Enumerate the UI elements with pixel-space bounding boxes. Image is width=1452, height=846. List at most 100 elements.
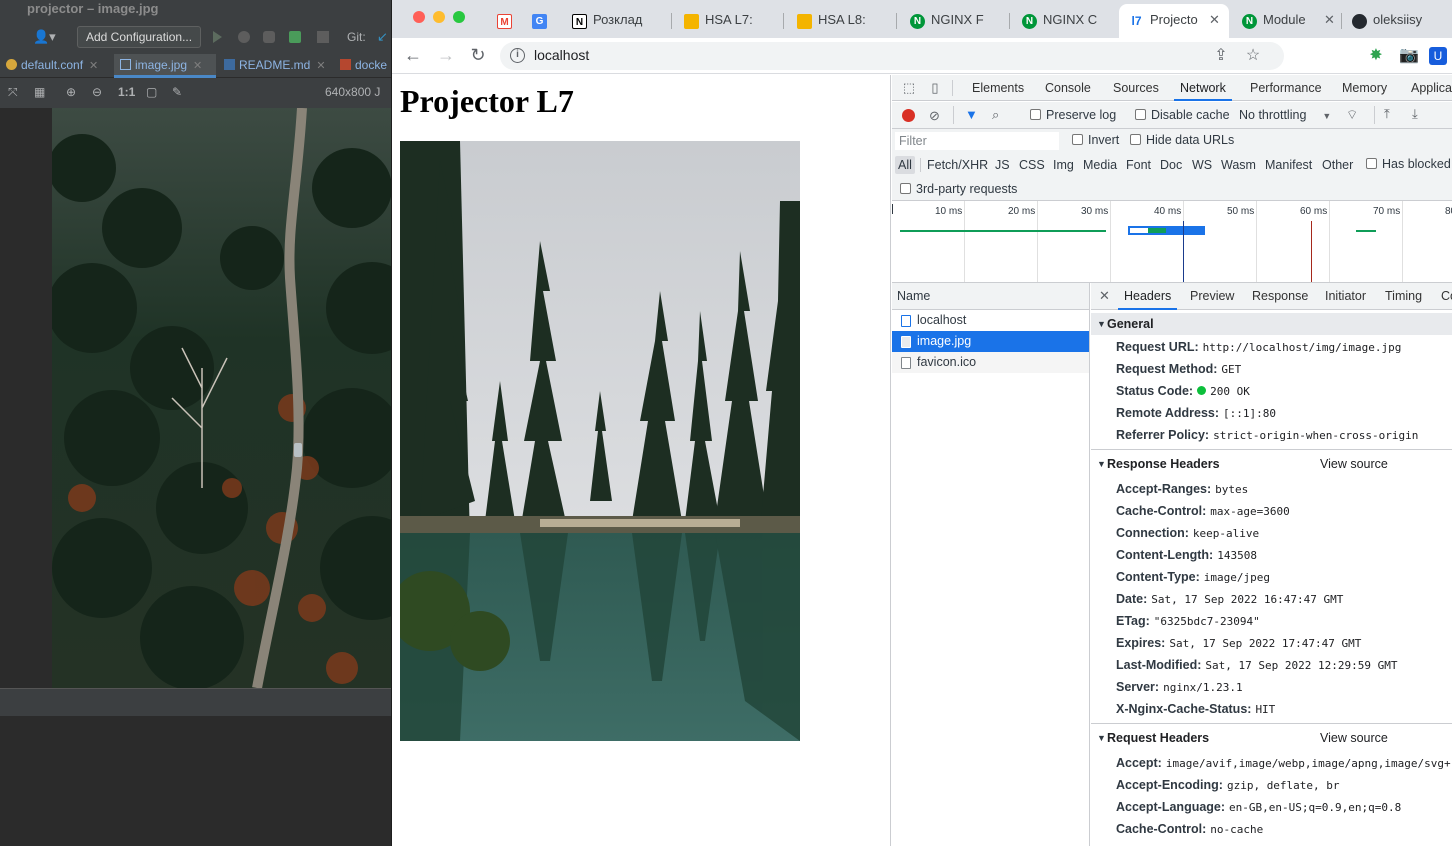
- filter-input[interactable]: Filter: [895, 132, 1059, 150]
- tab-notion[interactable]: N Розклад: [562, 4, 672, 38]
- run-icon[interactable]: [213, 31, 222, 43]
- inspect-element-icon[interactable]: ⬚: [902, 81, 916, 95]
- type-manifest[interactable]: Manifest: [1262, 156, 1315, 174]
- tab-nginx-c[interactable]: N NGINX C: [1012, 4, 1117, 38]
- has-blocked-cookies-checkbox[interactable]: Has blocked: [1366, 157, 1451, 171]
- minimize-window-button[interactable]: [433, 11, 445, 23]
- type-img[interactable]: Img: [1050, 156, 1077, 174]
- request-row-image[interactable]: image.jpg: [892, 331, 1089, 352]
- filter-icon[interactable]: ▼: [965, 107, 978, 122]
- export-har-icon[interactable]: ⤓: [1412, 106, 1418, 122]
- name-column-header[interactable]: Name: [892, 283, 1089, 310]
- git-update-icon[interactable]: ↙: [377, 29, 388, 45]
- zoom-in-icon[interactable]: ⊕: [66, 85, 76, 99]
- back-icon[interactable]: ←: [401, 44, 425, 68]
- invert-checkbox[interactable]: Invert: [1072, 133, 1119, 147]
- forward-icon[interactable]: →: [434, 44, 458, 68]
- device-toolbar-icon[interactable]: ▯: [928, 81, 942, 95]
- add-configuration-button[interactable]: Add Configuration...: [77, 26, 202, 48]
- tab-elements[interactable]: Elements: [972, 75, 1024, 101]
- network-conditions-icon[interactable]: ⌔: [1346, 107, 1358, 123]
- request-row-favicon[interactable]: favicon.ico: [892, 352, 1089, 373]
- tab-preview[interactable]: Preview: [1190, 283, 1234, 310]
- grid-icon[interactable]: ▦: [34, 85, 45, 99]
- type-all[interactable]: All: [895, 156, 915, 174]
- tab-network[interactable]: Network: [1174, 75, 1232, 101]
- tab-gmail[interactable]: M: [487, 4, 520, 38]
- type-fetch-xhr[interactable]: Fetch/XHR: [924, 156, 991, 174]
- type-css[interactable]: CSS: [1016, 156, 1048, 174]
- checkbox[interactable]: [1366, 158, 1377, 169]
- type-font[interactable]: Font: [1123, 156, 1154, 174]
- tab-sources[interactable]: Sources: [1113, 75, 1159, 101]
- bookmark-star-icon[interactable]: ☆: [1244, 47, 1262, 65]
- search-icon[interactable]: ⌕: [992, 107, 999, 123]
- bitwarden-icon[interactable]: U: [1429, 47, 1447, 65]
- hide-data-urls-checkbox[interactable]: Hide data URLs: [1130, 133, 1234, 147]
- tab-default-conf[interactable]: default.conf ✕: [0, 54, 112, 78]
- type-media[interactable]: Media: [1080, 156, 1120, 174]
- reload-icon[interactable]: ↻: [466, 44, 490, 68]
- close-icon[interactable]: ✕: [193, 60, 202, 72]
- tab-nginx-f[interactable]: N NGINX F: [900, 4, 1010, 38]
- type-doc[interactable]: Doc: [1157, 156, 1185, 174]
- type-wasm[interactable]: Wasm: [1218, 156, 1259, 174]
- tab-hsa-l7[interactable]: HSA L7:: [674, 4, 784, 38]
- share-icon[interactable]: ⇪: [1212, 47, 1230, 65]
- tab-image-jpg[interactable]: image.jpg ✕: [114, 54, 216, 78]
- throttling-select[interactable]: No throttling ▼: [1239, 108, 1331, 122]
- extension-icon[interactable]: ✸: [1367, 47, 1385, 65]
- user-icon[interactable]: 👤▾: [33, 29, 56, 45]
- request-headers-section-header[interactable]: ▼ Request Headers View source: [1091, 727, 1452, 749]
- tab-hsa-l8[interactable]: HSA L8:: [787, 4, 897, 38]
- response-headers-section-header[interactable]: ▼ Response Headers View source: [1091, 453, 1452, 475]
- view-source-link[interactable]: View source: [1320, 453, 1388, 475]
- tab-console[interactable]: Console: [1045, 75, 1091, 101]
- clear-icon[interactable]: ⊘: [929, 108, 940, 124]
- tab-projector[interactable]: l7 Projecto ✕: [1119, 4, 1229, 38]
- type-js[interactable]: JS: [992, 156, 1013, 174]
- checkbox[interactable]: [1135, 109, 1146, 120]
- fit-icon[interactable]: ⤧: [8, 85, 18, 100]
- close-details-icon[interactable]: ✕: [1099, 283, 1110, 310]
- view-source-link[interactable]: View source: [1320, 727, 1388, 749]
- tab-application[interactable]: Applicat: [1411, 75, 1452, 101]
- close-icon[interactable]: ✕: [316, 60, 325, 72]
- background-icon[interactable]: ▢: [146, 85, 157, 99]
- network-overview-timeline[interactable]: 10 ms 20 ms 30 ms 40 ms 50 ms 60 ms 70 m…: [892, 201, 1452, 283]
- tab-cookies[interactable]: Co: [1441, 283, 1452, 310]
- site-info-icon[interactable]: i: [510, 48, 525, 63]
- tab-translate[interactable]: G: [522, 4, 557, 38]
- tab-module[interactable]: N Module ✕: [1232, 4, 1342, 38]
- checkbox[interactable]: [900, 183, 911, 194]
- record-icon[interactable]: [902, 109, 915, 122]
- omnibox[interactable]: i localhost ⇪ ☆: [500, 42, 1284, 70]
- debug-icon[interactable]: [238, 31, 250, 43]
- checkbox[interactable]: [1130, 134, 1141, 145]
- close-window-button[interactable]: [413, 11, 425, 23]
- close-icon[interactable]: ✕: [89, 60, 98, 72]
- tab-github[interactable]: oleksiisy: [1342, 4, 1442, 38]
- tab-readme[interactable]: README.md ✕: [218, 54, 334, 78]
- import-har-icon[interactable]: ⤒: [1384, 106, 1390, 122]
- close-icon[interactable]: ✕: [1324, 4, 1335, 36]
- type-other[interactable]: Other: [1319, 156, 1356, 174]
- general-section-header[interactable]: ▼ General: [1091, 313, 1452, 335]
- checkbox[interactable]: [1030, 109, 1041, 120]
- screenshot-extension-icon[interactable]: 📷: [1399, 47, 1419, 65]
- tab-initiator[interactable]: Initiator: [1325, 283, 1366, 310]
- type-ws[interactable]: WS: [1189, 156, 1215, 174]
- tab-response[interactable]: Response: [1252, 283, 1308, 310]
- zoom-out-icon[interactable]: ⊖: [92, 85, 102, 99]
- tab-timing[interactable]: Timing: [1385, 283, 1422, 310]
- coverage-icon[interactable]: [263, 31, 275, 43]
- third-party-checkbox[interactable]: 3rd-party requests: [900, 182, 1017, 196]
- maximize-window-button[interactable]: [453, 11, 465, 23]
- stop-icon[interactable]: [317, 31, 329, 43]
- request-row-localhost[interactable]: localhost: [892, 310, 1089, 331]
- actual-size-button[interactable]: 1:1: [118, 85, 135, 99]
- tab-headers[interactable]: Headers: [1118, 283, 1178, 310]
- tab-performance[interactable]: Performance: [1250, 75, 1322, 101]
- preserve-log-checkbox[interactable]: Preserve log: [1030, 108, 1116, 122]
- profile-icon[interactable]: [289, 31, 301, 43]
